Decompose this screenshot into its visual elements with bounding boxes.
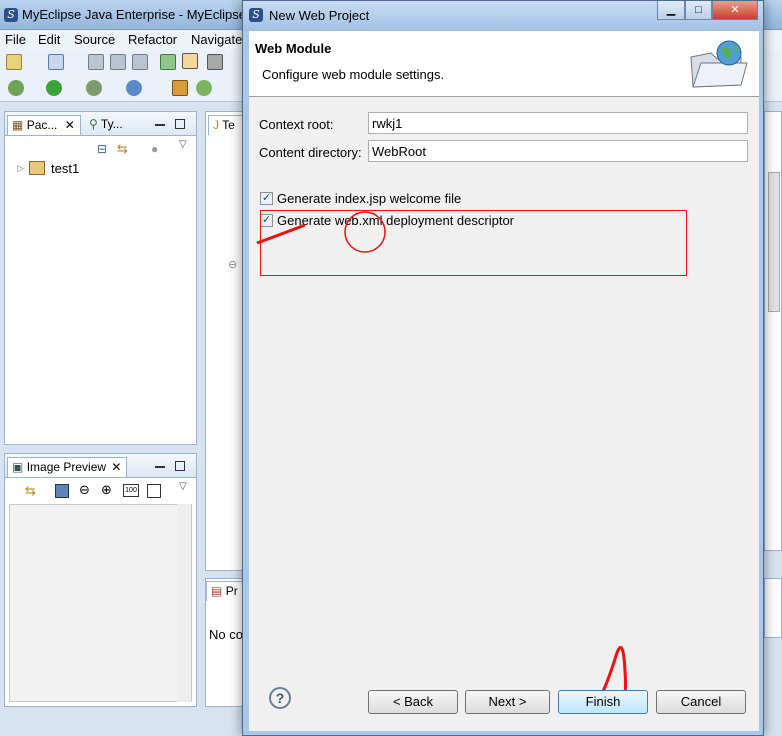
problems-text: No co bbox=[209, 627, 243, 642]
close-icon[interactable]: ✕ bbox=[111, 460, 121, 474]
menu-refactor[interactable]: Refactor bbox=[128, 32, 177, 47]
maximize-icon: □ bbox=[695, 4, 702, 16]
run-icon[interactable] bbox=[46, 80, 62, 96]
minimize-icon: ▁ bbox=[666, 4, 676, 16]
menu-navigate[interactable]: Navigate bbox=[191, 32, 242, 47]
back-button[interactable]: < Back bbox=[368, 690, 458, 714]
menu-edit[interactable]: Edit bbox=[38, 32, 60, 47]
ide-title: MyEclipse Java Enterprise - MyEclipse bbox=[22, 7, 246, 22]
problems-view: ▤ Pr No co bbox=[205, 578, 245, 707]
tree-item-test1[interactable]: test1 bbox=[51, 161, 79, 176]
help-icon[interactable]: ? bbox=[269, 687, 291, 709]
browser-icon[interactable] bbox=[126, 80, 142, 96]
tab-image-preview[interactable]: ▣ Image Preview ✕ bbox=[7, 457, 127, 477]
editor-area: J Te ⊖ bbox=[205, 111, 246, 571]
server-icon[interactable] bbox=[182, 53, 198, 69]
fit-window-icon[interactable] bbox=[147, 484, 161, 498]
minimize-icon[interactable] bbox=[155, 466, 165, 468]
dialog-body: Web Module Configure web module settings… bbox=[249, 31, 759, 731]
zoom-out-icon[interactable]: ⊖ bbox=[79, 482, 90, 498]
fold-icon[interactable]: ⊖ bbox=[228, 258, 237, 271]
close-icon[interactable]: ✕ bbox=[65, 118, 75, 132]
image-preview-icon: ▣ bbox=[12, 460, 24, 474]
minimize-button[interactable]: ▁ bbox=[657, 1, 685, 20]
debug-icon[interactable] bbox=[8, 80, 24, 96]
package-icon[interactable] bbox=[172, 80, 188, 96]
tab-editor-label: Te bbox=[222, 118, 235, 132]
menu-source[interactable]: Source bbox=[74, 32, 115, 47]
annotation-marks bbox=[256, 211, 627, 714]
package-explorer-tabbar: ▦ Pac... ✕ ⚲ Ty... bbox=[5, 112, 196, 136]
cancel-button[interactable]: Cancel bbox=[656, 690, 746, 714]
close-button[interactable]: ✕ bbox=[712, 1, 758, 20]
type-hierarchy-icon: ⚲ bbox=[89, 117, 98, 131]
tab-image-preview-label: Image Preview bbox=[26, 460, 107, 474]
hammer-icon[interactable] bbox=[207, 54, 223, 70]
package-explorer-view: ▦ Pac... ✕ ⚲ Ty... ⊟ ⇆ ● ▽ ▷ test1 bbox=[4, 111, 197, 445]
filter-icon[interactable]: ● bbox=[151, 142, 158, 156]
image-preview-view: ▣ Image Preview ✕ ⇆ ⊖ ⊕ 100 ▽ bbox=[4, 453, 197, 707]
expand-icon[interactable]: ▷ bbox=[17, 163, 24, 174]
save-all-icon[interactable] bbox=[110, 54, 126, 70]
tab-problems[interactable]: ▤ Pr bbox=[206, 581, 244, 601]
zoom-in-icon[interactable]: ⊕ bbox=[101, 482, 112, 498]
package-explorer-icon: ▦ bbox=[12, 118, 24, 132]
sync-icon[interactable]: ⇆ bbox=[25, 483, 36, 499]
image-preview-canvas bbox=[9, 504, 192, 702]
tab-type-hierarchy[interactable]: ⚲ Ty... bbox=[89, 117, 123, 131]
finish-button[interactable]: Finish bbox=[558, 690, 648, 714]
dialog-titlebar: S New Web Project ▁ □ ✕ bbox=[243, 1, 763, 31]
tab-package-explorer[interactable]: ▦ Pac... ✕ bbox=[7, 115, 81, 135]
save-icon[interactable] bbox=[88, 54, 104, 70]
link-with-editor-icon[interactable]: ⇆ bbox=[117, 141, 128, 157]
actual-size-icon[interactable]: 100 bbox=[123, 484, 139, 497]
open-type-icon[interactable] bbox=[196, 80, 212, 96]
tab-type-hierarchy-label: Ty... bbox=[100, 117, 123, 131]
fit-image-icon[interactable] bbox=[55, 484, 69, 498]
deploy-icon[interactable] bbox=[160, 54, 176, 70]
myeclipse-logo-icon: S bbox=[4, 8, 18, 22]
outline-view-edge bbox=[764, 111, 782, 551]
collapse-all-icon[interactable]: ⊟ bbox=[97, 142, 107, 156]
view-menu-icon[interactable]: ▽ bbox=[179, 481, 187, 492]
tab-problems-label: Pr bbox=[225, 584, 238, 598]
maximize-icon[interactable] bbox=[175, 461, 185, 471]
minimize-icon[interactable] bbox=[155, 124, 165, 126]
myeclipse-logo-icon: S bbox=[249, 8, 263, 22]
menu-file[interactable]: File bbox=[5, 32, 26, 47]
dialog-title: New Web Project bbox=[269, 8, 370, 23]
outline-scrollbar[interactable] bbox=[768, 172, 780, 312]
new-icon[interactable] bbox=[6, 54, 22, 70]
new-web-project-dialog: S New Web Project ▁ □ ✕ Web Module Confi… bbox=[242, 0, 764, 736]
maximize-button[interactable]: □ bbox=[685, 1, 712, 20]
right-panel-edge bbox=[764, 578, 782, 638]
print-icon[interactable] bbox=[132, 54, 148, 70]
annotation-circle bbox=[344, 211, 386, 253]
close-icon: ✕ bbox=[730, 4, 740, 16]
image-preview-tabbar: ▣ Image Preview ✕ bbox=[5, 454, 196, 478]
java-file-icon: J bbox=[213, 118, 219, 132]
next-button[interactable]: Next > bbox=[465, 690, 550, 714]
problems-icon: ▤ bbox=[211, 584, 223, 598]
annotation-stroke bbox=[256, 223, 306, 245]
perspective-bar-edge bbox=[764, 38, 782, 98]
project-icon bbox=[29, 161, 45, 175]
external-tools-icon[interactable] bbox=[86, 80, 102, 96]
view-menu-icon[interactable]: ▽ bbox=[179, 139, 187, 150]
new-project-icon[interactable] bbox=[48, 54, 64, 70]
image-preview-scrollbar[interactable] bbox=[177, 504, 191, 702]
tab-editor[interactable]: J Te bbox=[208, 115, 246, 135]
maximize-icon[interactable] bbox=[175, 119, 185, 129]
tab-package-explorer-label: Pac... bbox=[26, 118, 58, 132]
